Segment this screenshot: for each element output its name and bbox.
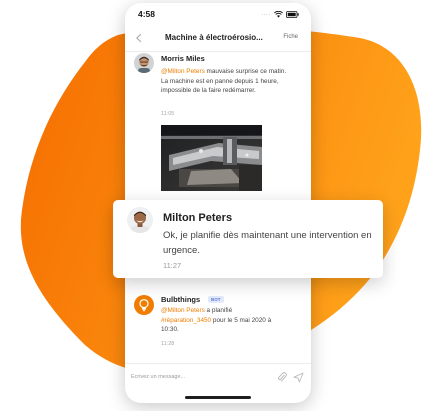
home-indicator: [185, 396, 251, 399]
wifi-icon: [274, 10, 283, 18]
machine-photo[interactable]: [161, 125, 262, 191]
bulbthings-avatar: [134, 295, 154, 315]
lightbulb-icon: [139, 299, 149, 312]
message-body: @Milton Peters mauvaise surprise ce mati…: [161, 67, 289, 96]
battery-icon: [286, 10, 299, 18]
avatar-morris-miles: [134, 53, 154, 73]
message-body: @Milton Peters a planifié #réparation_34…: [161, 306, 283, 335]
message-time: 11:28: [161, 341, 175, 347]
chat-title: Machine à électroérosio...: [165, 33, 263, 42]
mention-link[interactable]: @Milton Peters: [161, 68, 205, 75]
message-input[interactable]: Ecrivez un message...: [131, 374, 185, 380]
message-sender: Bulbthings: [161, 295, 201, 304]
message-composer: Ecrivez un message...: [125, 363, 311, 390]
mention-link[interactable]: @Milton Peters: [161, 307, 205, 314]
status-bar: 4:58 ....: [125, 3, 311, 25]
message-text: a planifié: [204, 307, 233, 314]
status-icons: ....: [261, 10, 299, 18]
back-chevron-icon[interactable]: [133, 32, 145, 44]
status-time: 4:58: [138, 9, 156, 19]
message-text: Ok, je planifie dès maintenant une inter…: [163, 230, 372, 256]
send-icon[interactable]: [293, 372, 304, 383]
bot-badge: BOT: [208, 296, 224, 303]
message-sender: Morris Miles: [161, 54, 205, 63]
signal-dots: ....: [261, 10, 271, 17]
message-sender: Milton Peters: [163, 212, 233, 224]
chat-header: Machine à électroérosio... Fiche: [125, 25, 311, 52]
avatar-milton-peters: [127, 207, 153, 233]
message-time: 11:27: [163, 261, 182, 270]
message-time: 11:05: [161, 111, 175, 117]
repair-tag-link[interactable]: #réparation_3450: [161, 317, 211, 324]
fiche-button[interactable]: Fiche: [283, 34, 298, 40]
paperclip-icon[interactable]: [277, 372, 287, 383]
highlighted-message-card: Milton Peters Ok, je planifie dès mainte…: [113, 200, 383, 278]
